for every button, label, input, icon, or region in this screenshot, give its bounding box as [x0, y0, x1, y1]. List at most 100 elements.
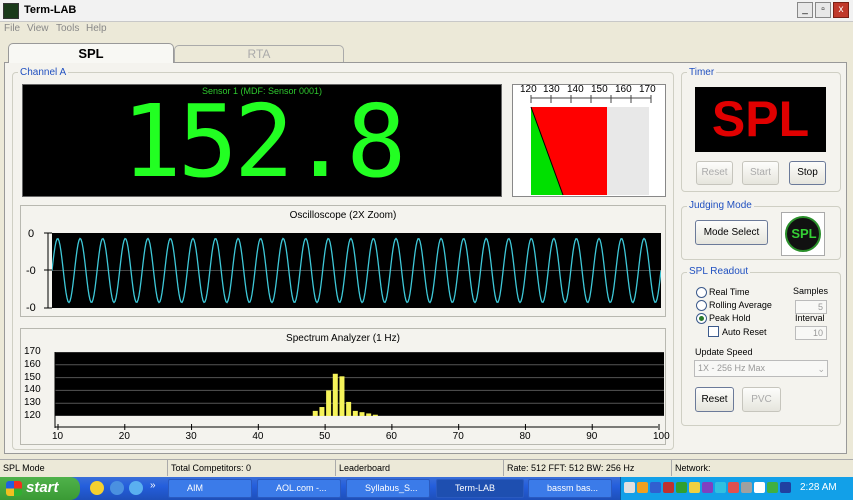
oscilloscope-title: Oscilloscope (2X Zoom) — [289, 210, 397, 221]
meter-tick-label: 150 — [591, 84, 608, 95]
task-aim[interactable]: AIM — [168, 479, 252, 498]
ie-quicklaunch-icon[interactable] — [129, 481, 143, 495]
spectrum-axes — [54, 352, 660, 430]
spl-logo: SPL — [791, 226, 817, 241]
tray-icon[interactable] — [624, 482, 635, 493]
oscilloscope-axis — [44, 232, 52, 309]
tray-icon[interactable] — [689, 482, 700, 493]
spectrum-xlabel: 10 — [52, 431, 64, 442]
menu-bar — [0, 22, 853, 38]
tray-icon[interactable] — [650, 482, 661, 493]
rolling-average-radio[interactable] — [696, 300, 707, 311]
meter-tick-label: 160 — [615, 84, 632, 95]
timer-display-text: SPL — [711, 91, 810, 147]
samples-field[interactable]: 5 — [795, 300, 827, 314]
menu-help[interactable]: Help — [86, 23, 107, 34]
spectrum-xlabel: 90 — [586, 431, 598, 442]
tray-icon[interactable] — [676, 482, 687, 493]
spectrum-xlabel: 40 — [252, 431, 264, 442]
spectrum-xlabel: 60 — [385, 431, 397, 442]
task-bassm[interactable]: bassm bas... — [528, 479, 612, 498]
maximize-button[interactable]: ▫ — [815, 2, 831, 18]
tray-icon[interactable] — [754, 482, 765, 493]
menu-file[interactable]: File — [4, 23, 20, 34]
update-speed-value: 1X - 256 Hz Max — [698, 363, 766, 373]
timer-reset-button[interactable]: Reset — [696, 161, 733, 185]
browser-quicklaunch-icon[interactable] — [110, 481, 124, 495]
tray-icon[interactable] — [715, 482, 726, 493]
spl-logo-frame: SPL — [781, 212, 825, 256]
minimize-button[interactable]: _ — [797, 2, 813, 18]
status-rate: Rate: 512 FFT: 512 BW: 256 Hz — [504, 460, 672, 476]
menu-tools[interactable]: Tools — [56, 23, 79, 34]
windows-logo-icon — [6, 481, 22, 496]
spectrum-xlabel: 80 — [519, 431, 531, 442]
auto-reset-label: Auto Reset — [722, 327, 767, 337]
judging-group-label: Judging Mode — [687, 200, 754, 211]
spectrum-ylabel: 170 — [24, 346, 41, 357]
window-title: Term-LAB — [24, 4, 77, 16]
timer-group-label: Timer — [687, 67, 717, 78]
spectrum-xlabel: 100 — [653, 431, 670, 442]
level-meter — [512, 84, 666, 197]
interval-label: Interval — [795, 313, 825, 323]
mode-select-button[interactable]: Mode Select — [695, 220, 768, 245]
status-network: Network: — [675, 463, 711, 473]
real-time-label: Real Time — [709, 287, 750, 297]
readout-group-label: SPL Readout — [687, 266, 751, 277]
task-syllabus[interactable]: Syllabus_S... — [346, 479, 430, 498]
channel-group-label: Channel A — [18, 67, 69, 78]
status-leaderboard: Leaderboard — [336, 460, 504, 476]
timer-start-button[interactable]: Start — [742, 161, 779, 185]
spectrum-xlabel: 70 — [452, 431, 464, 442]
close-button[interactable]: x — [833, 2, 849, 18]
spectrum-ylabel: 150 — [24, 371, 41, 383]
clock: 2:28 AM — [800, 482, 837, 493]
aim-quicklaunch-icon[interactable] — [90, 481, 104, 495]
real-time-radio[interactable] — [696, 287, 707, 298]
status-competitors: Total Competitors: 0 — [168, 460, 336, 476]
meter-tick-label: 120 — [520, 84, 537, 95]
chevron-right-icon[interactable]: » — [150, 480, 156, 491]
oscilloscope-ylabel: -0 — [26, 265, 36, 277]
tray-icon[interactable] — [663, 482, 674, 493]
tray-icon[interactable] — [702, 482, 713, 493]
peak-hold-radio[interactable] — [696, 313, 707, 324]
tray-icon[interactable] — [767, 482, 778, 493]
update-speed-label: Update Speed — [695, 347, 753, 357]
auto-reset-checkbox[interactable] — [708, 326, 719, 337]
spl-reading: 152.8 — [121, 83, 406, 200]
meter-tick-label: 170 — [639, 84, 656, 95]
update-speed-select[interactable]: 1X - 256 Hz Max ⌄ — [694, 360, 828, 377]
tray-icon[interactable] — [637, 482, 648, 493]
task-termlab[interactable]: Term-LAB — [436, 479, 524, 498]
samples-label: Samples — [793, 286, 829, 296]
menu-view[interactable]: View — [27, 23, 49, 34]
tab-rta[interactable]: RTA — [174, 45, 344, 62]
tab-spl[interactable]: SPL — [8, 43, 174, 63]
rolling-average-label: Rolling Average — [709, 300, 772, 310]
status-mode: SPL Mode — [0, 460, 168, 476]
spectrum-title: Spectrum Analyzer (1 Hz) — [286, 333, 400, 344]
tray-icon[interactable] — [780, 482, 791, 493]
oscilloscope-ylabel: 0 — [28, 228, 35, 240]
spectrum-xlabel: 20 — [118, 431, 130, 442]
interval-field[interactable]: 10 — [795, 326, 827, 340]
spectrum-ylabel: 120 — [24, 410, 41, 421]
peak-hold-label: Peak Hold — [709, 313, 751, 323]
tray-icon[interactable] — [741, 482, 752, 493]
app-icon — [3, 3, 19, 19]
oscilloscope-ylabel: -0 — [26, 302, 36, 314]
level-meter-graphic — [530, 95, 652, 196]
tray-icon[interactable] — [728, 482, 739, 493]
meter-tick-label: 140 — [567, 84, 584, 95]
readout-reset-button[interactable]: Reset — [695, 387, 734, 412]
spectrum-ylabel: 160 — [24, 358, 41, 370]
task-aol[interactable]: AOL.com -... — [257, 479, 341, 498]
spectrum-xlabel: 30 — [185, 431, 197, 442]
pvc-button[interactable]: PVC — [742, 387, 781, 412]
meter-tick-label: 130 — [543, 84, 560, 95]
spectrum-xlabel: 50 — [319, 431, 331, 442]
timer-stop-button[interactable]: Stop — [789, 161, 826, 185]
spectrum-ylabel: 130 — [24, 397, 41, 409]
